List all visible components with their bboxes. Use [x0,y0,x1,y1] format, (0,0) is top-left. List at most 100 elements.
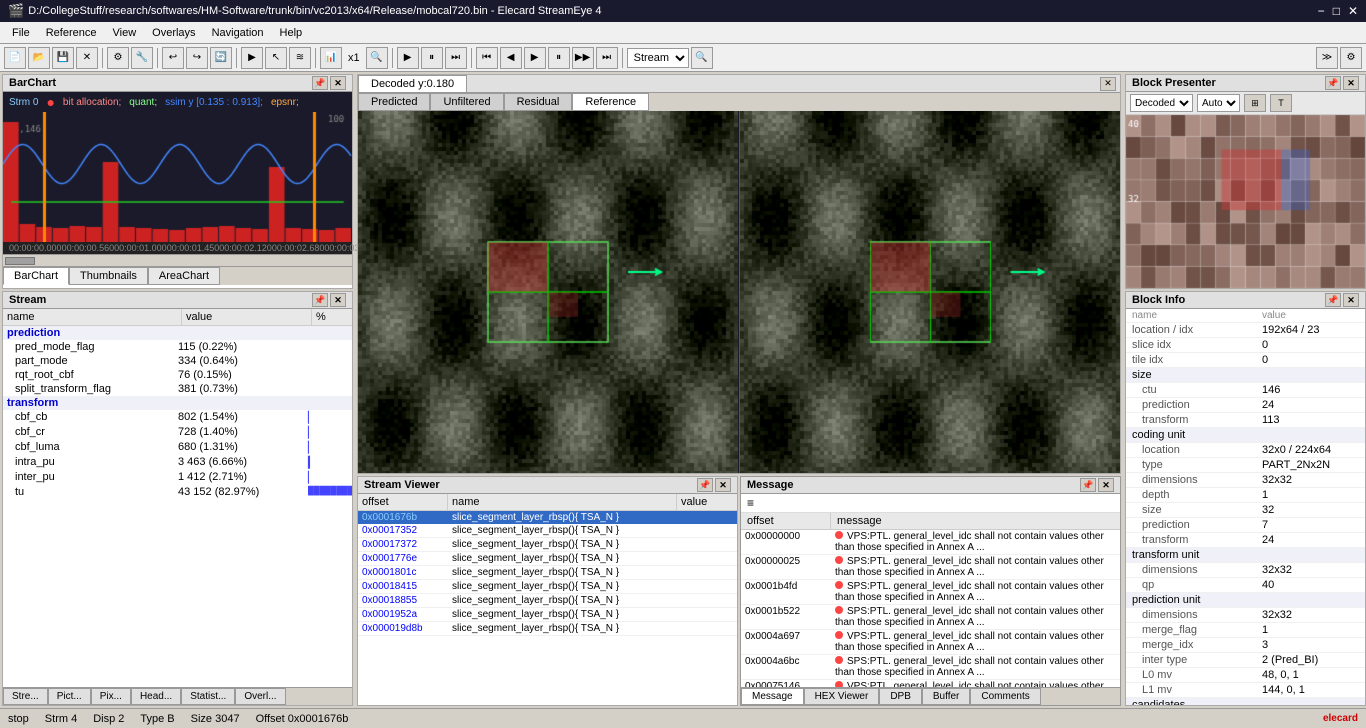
bp-text-btn[interactable]: T [1270,94,1292,112]
tb-config[interactable]: 🔧 [131,47,153,69]
sv-row-4[interactable]: 0x0001801c slice_segment_layer_rbsp(){ T… [358,566,737,580]
sv-row-8[interactable]: 0x000019d8b slice_segment_layer_rbsp(){ … [358,622,737,636]
stream-tab-overl[interactable]: Overl... [235,688,285,705]
stream-viewer-panel: Stream Viewer 📌 ✕ offset name value [357,476,738,706]
tb-prev[interactable]: ⏮ [476,47,498,69]
video-canvas-left [358,111,738,473]
sv-pin[interactable]: 📌 [697,478,713,492]
stream-table-body[interactable]: prediction pred_mode_flag 115 (0.22%) pa… [3,326,352,687]
menu-overlays[interactable]: Overlays [144,25,203,41]
bi-pin[interactable]: 📌 [1325,293,1341,307]
decoded-section: Decoded y:0.180 ✕ Predicted Unfiltered R… [357,74,1121,474]
msg-tab-message[interactable]: Message [741,688,804,705]
tb-cursor[interactable]: ▶ [241,47,263,69]
video-close[interactable]: ✕ [1100,77,1116,91]
menu-reference[interactable]: Reference [38,25,105,41]
tab-thumbnails[interactable]: Thumbnails [69,267,148,285]
msg-pin[interactable]: 📌 [1080,478,1096,492]
bi-close[interactable]: ✕ [1343,293,1359,307]
tb-settings[interactable]: ⚙ [107,47,129,69]
sv-close[interactable]: ✕ [715,478,731,492]
barchart-scrollbar[interactable] [3,254,352,266]
tb-prev-frame[interactable]: ◀ [500,47,522,69]
tb-reload[interactable]: 🔄 [210,47,232,69]
msg-tab-dpb[interactable]: DPB [879,688,922,705]
x-label-3: 00:00:01.450 [167,243,220,253]
stream-tab-head[interactable]: Head... [131,688,181,705]
tab-unfiltered[interactable]: Unfiltered [430,93,503,111]
msg-tab-buffer[interactable]: Buffer [922,688,971,705]
tb-redo[interactable]: ↪ [186,47,208,69]
sv-row-selected[interactable]: 0x0001676b slice_segment_layer_rbsp(){ T… [358,511,737,524]
bi-section-size: size [1126,368,1365,383]
stream-tab-pix[interactable]: Pix... [91,688,131,705]
minimize-button[interactable]: − [1318,4,1325,18]
menu-navigation[interactable]: Navigation [204,25,272,41]
tb-next-frame[interactable]: ▶▶ [572,47,594,69]
tb-new[interactable]: 📄 [4,47,26,69]
msg-row-0: 0x00000000 VPS:PTL. general_level_idc sh… [741,530,1120,555]
sv-row-3[interactable]: 0x0001776e slice_segment_layer_rbsp(){ T… [358,552,737,566]
stream-tab-pict[interactable]: Pict... [48,688,91,705]
barchart-canvas-area[interactable] [3,112,352,242]
stream-tab-stre[interactable]: Stre... [3,688,48,705]
stream-tab-stat[interactable]: Statist... [181,688,235,705]
tab-areachart[interactable]: AreaChart [148,267,220,285]
tb-open[interactable]: 📂 [28,47,50,69]
menu-help[interactable]: Help [272,25,311,41]
bp-close[interactable]: ✕ [1343,76,1359,90]
bp-grid-btn[interactable]: ⊞ [1244,94,1266,112]
stream-close[interactable]: ✕ [330,293,346,307]
tab-decoded[interactable]: Decoded y:0.180 [358,75,467,92]
msg-table-body[interactable]: 0x00000000 VPS:PTL. general_level_idc sh… [741,530,1120,687]
tb-settings2[interactable]: ⚙ [1340,47,1362,69]
msg-col-message: message [831,513,1120,529]
msg-tab-comments[interactable]: Comments [970,688,1040,705]
menu-view[interactable]: View [105,25,145,41]
sv-row-7[interactable]: 0x0001952a slice_segment_layer_rbsp(){ T… [358,608,737,622]
barchart-close[interactable]: ✕ [330,76,346,90]
tb-close[interactable]: ✕ [76,47,98,69]
tb-search[interactable]: 🔍 [691,47,713,69]
bp-auto-select[interactable]: Auto [1197,94,1240,112]
sv-row-2[interactable]: 0x00017372 slice_segment_layer_rbsp(){ T… [358,538,737,552]
bp-pin[interactable]: 📌 [1325,76,1341,90]
tb-pointer[interactable]: ↖ [265,47,287,69]
stream-dropdown[interactable]: Stream [627,48,689,68]
bp-mode-select[interactable]: Decoded [1130,94,1193,112]
tb-more[interactable]: ≫ [1316,47,1338,69]
bi-row-merge: merge_flag 1 [1126,623,1365,638]
toolbar-separator-4 [315,48,316,68]
bp-sub-controls: Decoded Auto ⊞ T [1126,92,1365,115]
tb-zoom[interactable]: 🔍 [366,47,388,69]
msg-close[interactable]: ✕ [1098,478,1114,492]
tb-graph[interactable]: 📊 [320,47,342,69]
tb-play1[interactable]: ▶ [397,47,419,69]
tb-save[interactable]: 💾 [52,47,74,69]
close-button[interactable]: ✕ [1348,4,1358,18]
scrollbar-thumb[interactable] [5,257,35,265]
tab-predicted[interactable]: Predicted [358,93,430,111]
tb-play2[interactable]: ⏸ [421,47,443,69]
barchart-pin[interactable]: 📌 [312,76,328,90]
tab-residual[interactable]: Residual [504,93,573,111]
sv-table-body[interactable]: 0x0001676b slice_segment_layer_rbsp(){ T… [358,511,737,705]
msg-tab-hex[interactable]: HEX Viewer [804,688,880,705]
tab-reference[interactable]: Reference [572,93,649,111]
sv-row-6[interactable]: 0x00018855 slice_segment_layer_rbsp(){ T… [358,594,737,608]
sv-row-1[interactable]: 0x00017352 slice_segment_layer_rbsp(){ T… [358,524,737,538]
sv-row-5[interactable]: 0x00018415 slice_segment_layer_rbsp(){ T… [358,580,737,594]
toolbar-separator-5 [392,48,393,68]
tb-play-fwd[interactable]: ▶ [524,47,546,69]
menu-file[interactable]: File [4,25,38,41]
tb-step[interactable]: ⏭ [445,47,467,69]
stream-pin[interactable]: 📌 [312,293,328,307]
maximize-button[interactable]: □ [1333,4,1340,18]
tab-barchart[interactable]: BarChart [3,267,69,285]
msg-filter-btn[interactable]: ≡ [741,494,1120,513]
tb-undo[interactable]: ↩ [162,47,184,69]
row-rqt: rqt_root_cbf 76 (0.15%) [3,368,352,382]
tb-waveform[interactable]: ≋ [289,47,311,69]
tb-next[interactable]: ⏭ [596,47,618,69]
tb-pause[interactable]: ⏸ [548,47,570,69]
